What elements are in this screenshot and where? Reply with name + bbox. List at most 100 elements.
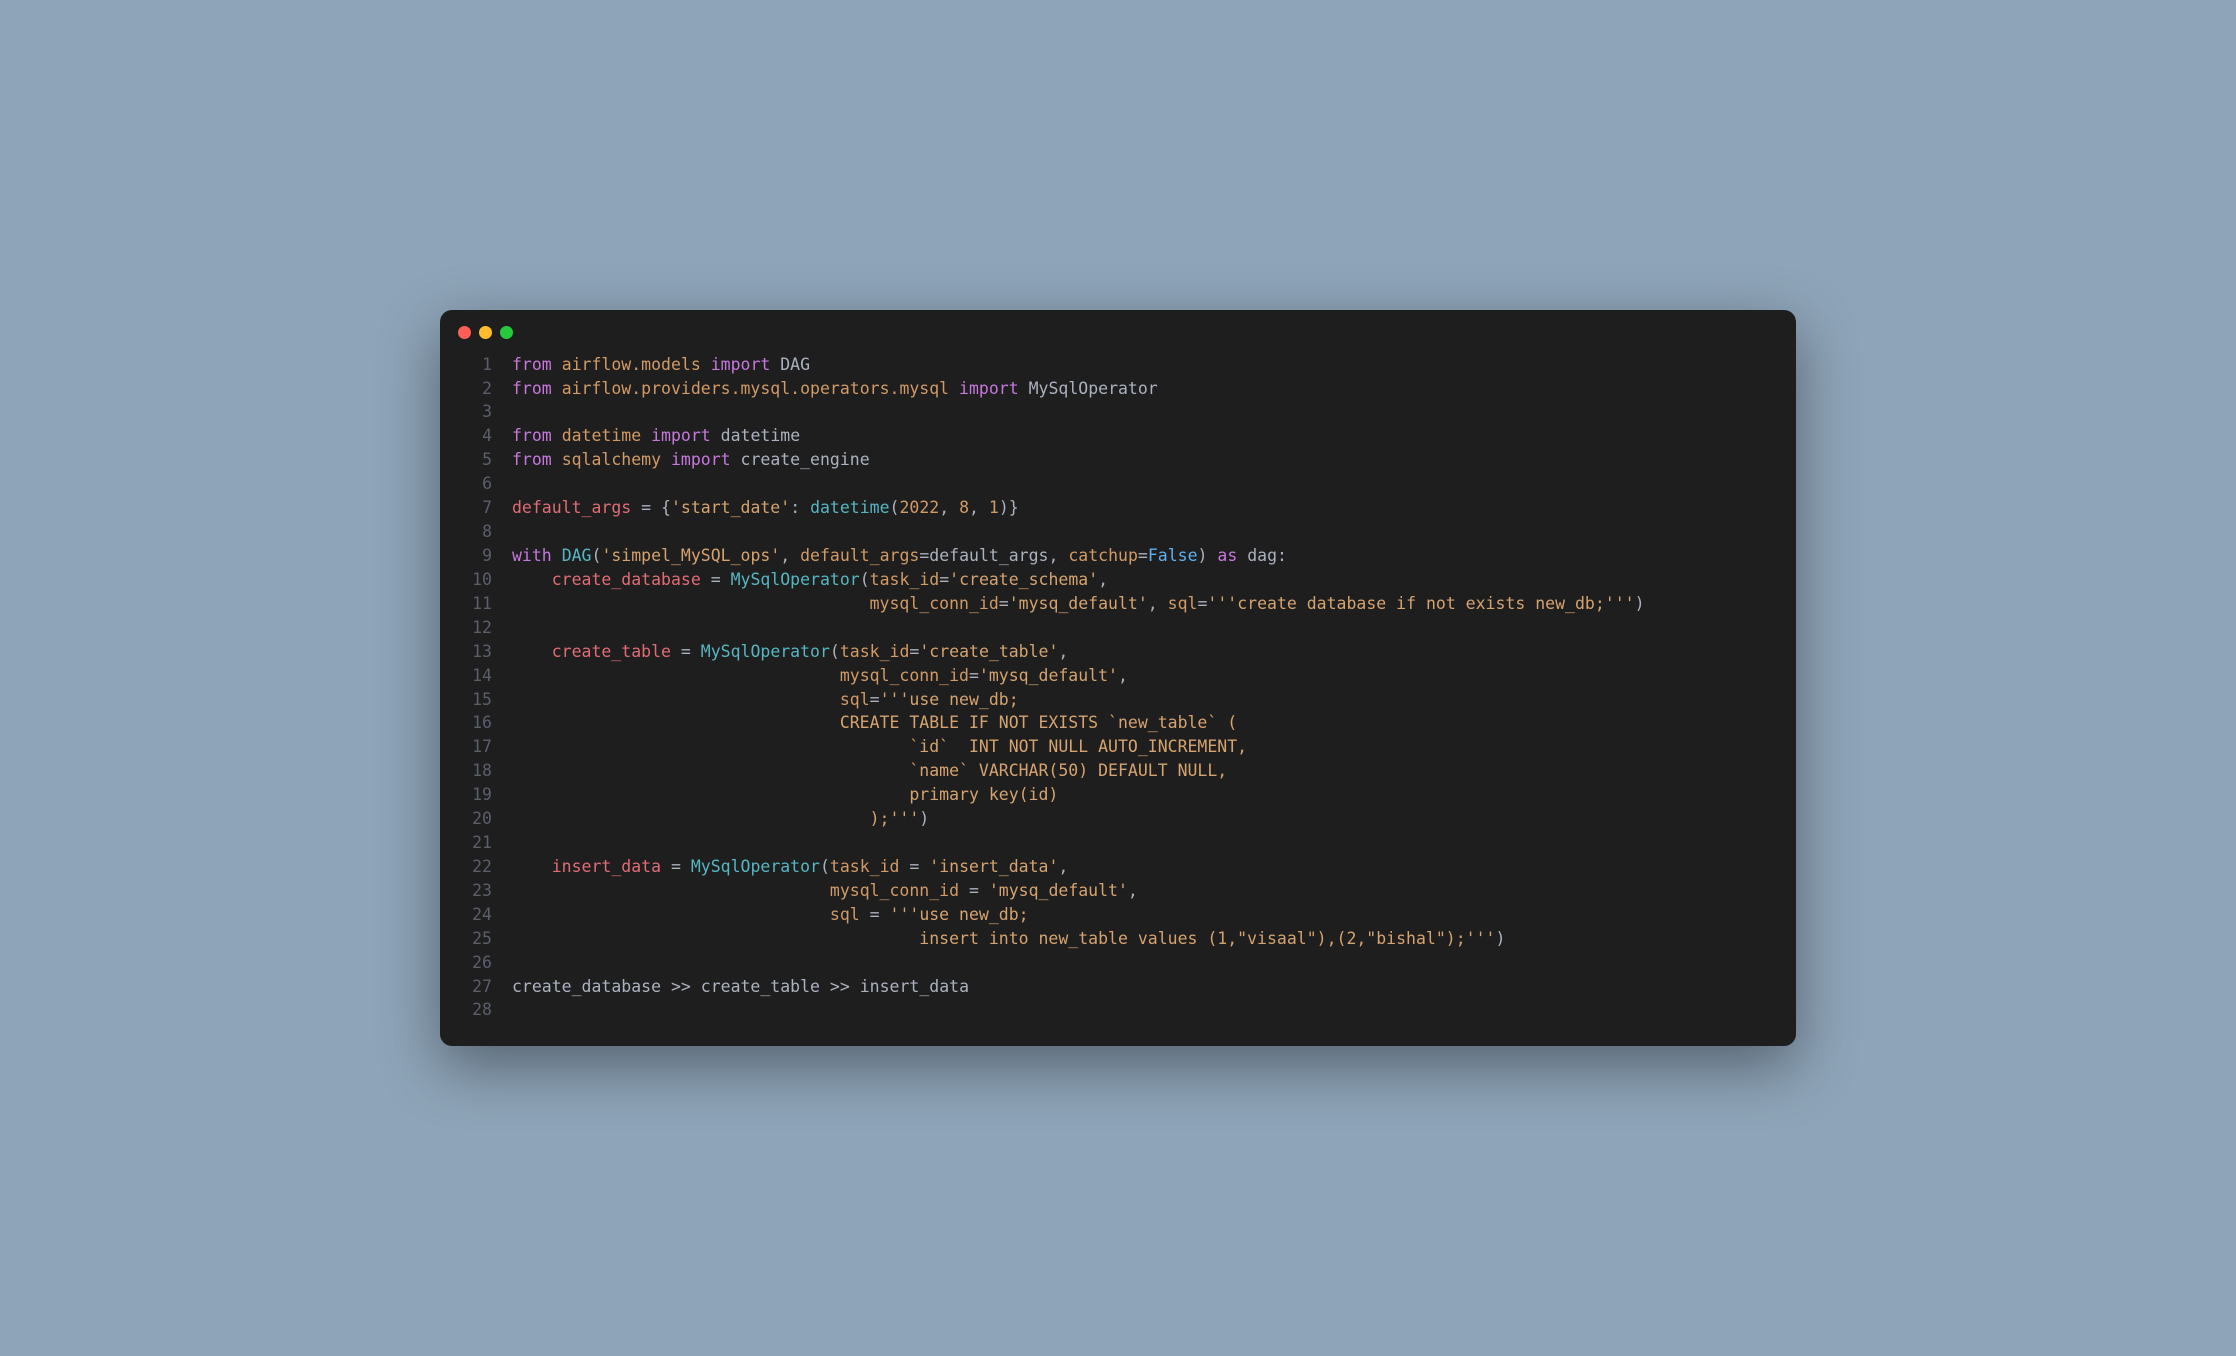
token: mysql_conn_id [870,594,999,613]
token: 'create_schema' [949,570,1098,589]
token [512,857,552,876]
code-editor[interactable]: 1 from airflow.models import DAG 2 from air… [440,347,1796,1047]
line-number: 18 [460,759,492,783]
token [860,905,870,924]
token [512,570,552,589]
code-line: 12 [460,616,1776,640]
token [880,905,890,924]
token [850,977,860,996]
token: = [909,857,919,876]
token: insert_data [552,857,661,876]
token: DAG [780,355,810,374]
token [661,977,671,996]
line-number: 19 [460,783,492,807]
token [820,977,830,996]
token: insert_data [860,977,969,996]
line-number: 15 [460,688,492,712]
token: ( [830,642,840,661]
code-line: 14 mysql_conn_id='mysq_default', [460,664,1776,688]
line-content: insert into new_table values (1,"visaal"… [512,927,1776,951]
token [919,857,929,876]
token: default_args [512,498,631,517]
code-line: 13 create_table = MySqlOperator(task_id=… [460,640,1776,664]
token [721,570,731,589]
token [1237,546,1247,565]
line-content [512,951,1776,975]
minimize-icon[interactable] [479,326,492,339]
line-number: 14 [460,664,492,688]
code-line: 3 [460,400,1776,424]
token: 1 [989,498,999,517]
editor-window: 1 from airflow.models import DAG 2 from air… [440,310,1796,1047]
token: airflow.models [562,355,701,374]
line-content [512,520,1776,544]
token [552,355,562,374]
token: = [969,666,979,685]
token: = [641,498,651,517]
token: dag [1247,546,1277,565]
line-number: 20 [460,807,492,831]
line-number: 21 [460,831,492,855]
token [770,355,780,374]
token: default_args [929,546,1048,565]
token: import [651,426,711,445]
token: DAG [562,546,592,565]
token [641,426,651,445]
line-content: mysql_conn_id='mysq_default', [512,664,1776,688]
maximize-icon[interactable] [500,326,513,339]
code-line: 24 sql = '''use new_db; [460,903,1776,927]
token: from [512,450,552,469]
line-content: primary key(id) [512,783,1776,807]
token [512,594,870,613]
line-number: 22 [460,855,492,879]
token: { [661,498,671,517]
line-number: 2 [460,377,492,401]
token [731,450,741,469]
close-icon[interactable] [458,326,471,339]
line-number: 17 [460,735,492,759]
token: datetime [721,426,800,445]
line-number: 10 [460,568,492,592]
token: False [1148,546,1198,565]
token [800,498,810,517]
code-line: 27create_database >> create_table >> ins… [460,975,1776,999]
token [691,977,701,996]
code-line: 17 `id` INT NOT NULL AUTO_INCREMENT, [460,735,1776,759]
token: '''create database if not exists new_db;… [1207,594,1634,613]
line-number: 27 [460,975,492,999]
token: = [919,546,929,565]
token: create_database [552,570,701,589]
token: , [969,498,979,517]
token: import [959,379,1019,398]
token: ( [890,498,900,517]
token: default_args [800,546,919,565]
token: from [512,379,552,398]
token: datetime [810,498,889,517]
line-content [512,472,1776,496]
token: MySqlOperator [701,642,830,661]
token [671,642,681,661]
code-line: 18 `name` VARCHAR(50) DEFAULT NULL, [460,759,1776,783]
line-content [512,831,1776,855]
token: as [1217,546,1237,565]
token: MySqlOperator [1029,379,1158,398]
token: 'mysq_default' [979,666,1118,685]
token [661,450,671,469]
token: `name` VARCHAR(50) DEFAULT NULL, [512,761,1227,780]
line-content: from airflow.models import DAG [512,353,1776,377]
token: ( [592,546,602,565]
code-line: 5from sqlalchemy import create_engine [460,448,1776,472]
token: ( [820,857,830,876]
token [1019,379,1029,398]
line-number: 8 [460,520,492,544]
code-line: 7default_args = {'start_date': datetime(… [460,496,1776,520]
token: task_id [870,570,940,589]
token [979,498,989,517]
token: , [780,546,790,565]
token [1207,546,1217,565]
line-content: create_database = MySqlOperator(task_id=… [512,568,1776,592]
token [959,881,969,900]
code-line: 6 [460,472,1776,496]
code-line: 26 [460,951,1776,975]
token: create_database [512,977,661,996]
